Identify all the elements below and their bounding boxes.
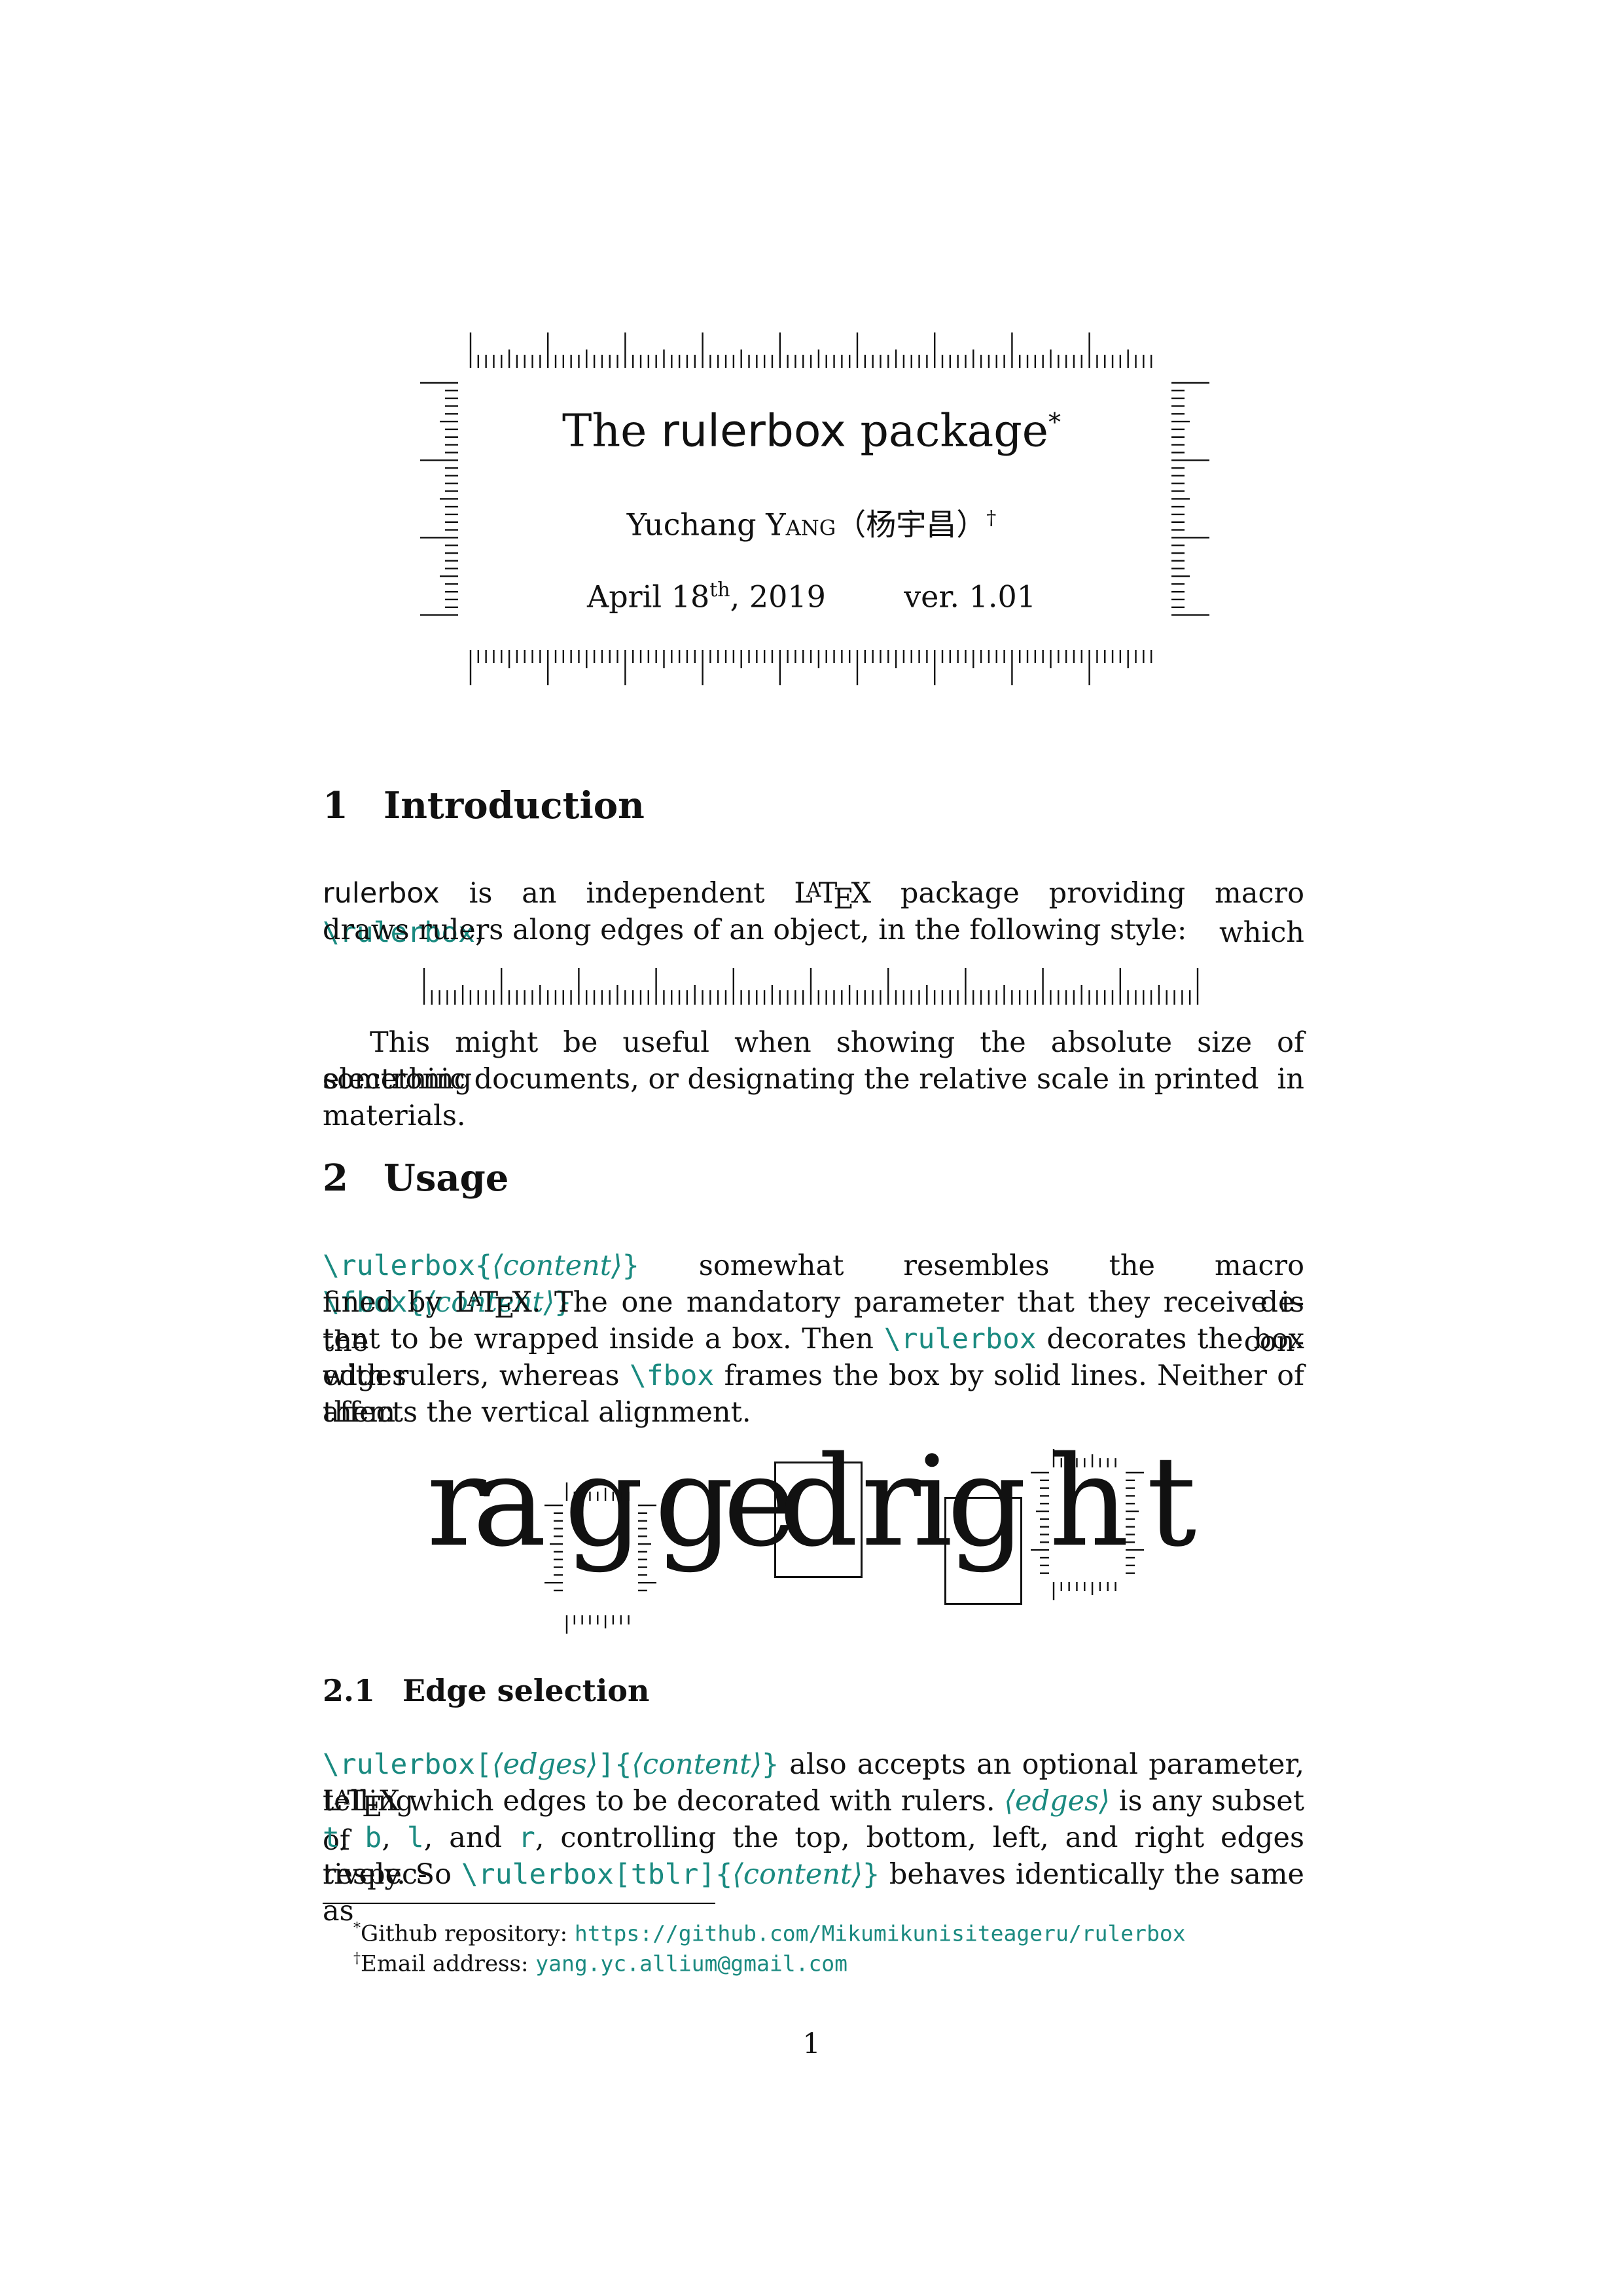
text: , and: [423, 1821, 518, 1854]
section-title: Introduction: [383, 784, 645, 827]
date-month-day: April 18: [587, 579, 710, 615]
author-chinese-name: （杨宇昌）: [836, 507, 987, 543]
demo-letter-t: t: [1147, 1429, 1197, 1574]
text: which edges to be decorated with rulers.: [399, 1785, 1005, 1818]
demo-letter-a: a: [473, 1429, 547, 1574]
section-heading-introduction: 1 Introduction: [323, 784, 645, 827]
footnote-mark: †: [353, 1950, 361, 1967]
latex-logo: LATEX: [794, 877, 872, 916]
author-given: Yuchang: [626, 507, 757, 543]
option-t: t: [323, 1821, 340, 1854]
usage-line-5: affects the vertical alignment.: [323, 1396, 751, 1429]
github-link[interactable]: https://github.com/Mikumikunisiteageru/r…: [575, 1920, 1186, 1946]
footnote-label: Email address:: [361, 1950, 536, 1977]
demo-h-rulers: [1031, 1449, 1144, 1600]
date-year: , 2019: [730, 579, 826, 615]
paper-page: The rulerbox package* Yuchang Yang（杨宇昌）†…: [0, 0, 1623, 2296]
author-line: Yuchang Yang（杨宇昌）†: [458, 499, 1165, 544]
section-title: Usage: [383, 1157, 509, 1200]
footnote-rule: [323, 1903, 715, 1904]
demo-letter-r: r: [861, 1429, 921, 1574]
section-number: 1: [323, 784, 348, 827]
macro-rulerbox: \rulerbox[: [323, 1748, 492, 1781]
option-r: r: [518, 1821, 535, 1854]
argument-content: ⟨content⟩: [632, 1748, 762, 1781]
author-footnote-mark: †: [986, 507, 997, 529]
option-b: b: [365, 1821, 382, 1854]
text: tent to be wrapped inside a box. Then: [323, 1323, 884, 1355]
option-l: l: [406, 1821, 424, 1854]
brace: }: [762, 1748, 779, 1781]
text: is an independent: [439, 877, 794, 910]
argument-edges: ⟨edges⟩: [491, 1748, 598, 1781]
text: somewhat resembles the macro: [639, 1249, 1304, 1282]
brace: }: [863, 1858, 880, 1891]
text: ,: [339, 1821, 365, 1854]
macro-fbox: \fbox: [629, 1359, 715, 1392]
footnote-email: †Email address: yang.yc.allium@gmail.com: [353, 1945, 847, 1978]
demo-letter-g-rulered: g: [564, 1429, 644, 1574]
argument-content: ⟨content⟩: [491, 1249, 622, 1282]
latex-logo: LATEX: [455, 1286, 532, 1325]
date-version-line: April 18th, 2019 ver. 1.01: [458, 571, 1165, 616]
text: fined by: [323, 1286, 455, 1319]
email-link[interactable]: yang.yc.allium@gmail.com: [535, 1950, 847, 1976]
section-heading-usage: 2 Usage: [323, 1157, 508, 1200]
subsection-heading-edge-selection: 2.1 Edge selection: [323, 1673, 649, 1708]
title-footnote-mark: *: [1048, 408, 1061, 437]
page-number: 1: [802, 2028, 821, 2060]
text: package providing macro: [871, 877, 1304, 910]
version: ver. 1.01: [904, 579, 1036, 615]
document-title: The rulerbox package*: [458, 396, 1165, 458]
macro-rulerbox: \rulerbox: [883, 1323, 1037, 1355]
text: ,: [382, 1821, 407, 1854]
latex-logo: LATEX: [323, 1785, 400, 1824]
demo-letter-d-boxed: d: [779, 1429, 859, 1574]
macro-rulerbox-tblr: \rulerbox[tblr]{: [461, 1858, 733, 1891]
text: tively. So: [323, 1858, 461, 1891]
package-name: rulerbox: [323, 877, 440, 910]
title-suffix: package: [860, 405, 1048, 457]
argument-edges: ⟨edges⟩: [1004, 1785, 1110, 1818]
subsection-number: 2.1: [323, 1673, 376, 1708]
footnote-label: Github repository:: [361, 1920, 575, 1947]
brace: ]{: [597, 1748, 632, 1781]
subsection-title: Edge selection: [402, 1673, 650, 1708]
intro-paragraph-2-line-2: electronic documents, or designating the…: [323, 1063, 1259, 1132]
author-family: Yang: [766, 507, 836, 543]
section-number: 2: [323, 1157, 348, 1200]
footnote-mark: *: [353, 1920, 361, 1937]
brace: }: [622, 1249, 639, 1282]
title-package-name: rulerbox: [661, 405, 846, 457]
text: with rulers, whereas: [323, 1359, 630, 1392]
intro-paragraph-line-2: draws rulers along edges of an object, i…: [323, 914, 1187, 946]
argument-content: ⟨content⟩: [732, 1858, 863, 1891]
demo-letter-g-boxed: g: [947, 1429, 1027, 1574]
demo-letter-g: g: [654, 1429, 734, 1574]
footnote-github: *Github repository: https://github.com/M…: [353, 1914, 1186, 1948]
date-ordinal: th: [709, 579, 730, 601]
title-prefix: The: [562, 405, 647, 457]
macro-rulerbox: \rulerbox{: [323, 1249, 492, 1282]
